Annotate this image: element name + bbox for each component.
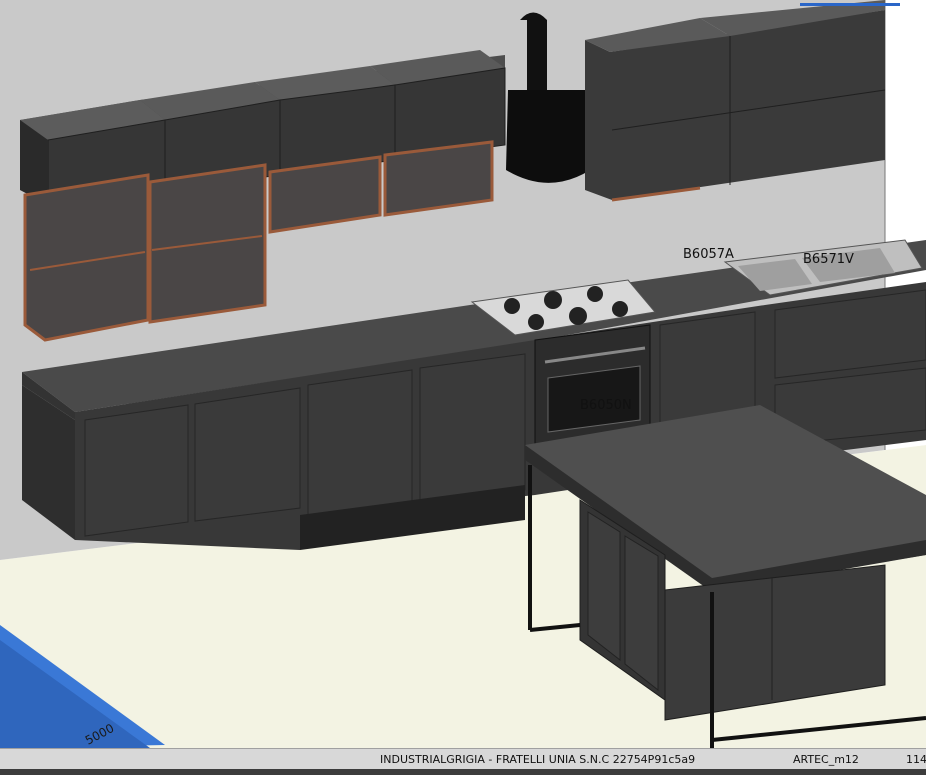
kitchen-3d-scene[interactable]: 5000 B6057A B6571V B6050N xyxy=(0,0,926,748)
status-project: INDUSTRIALGRIGIA - FRATELLI UNIA S.N.C 2… xyxy=(380,753,696,766)
status-bar: INDUSTRIALGRIGIA - FRATELLI UNIA S.N.C 2… xyxy=(0,748,926,775)
status-extra: 114 xyxy=(906,753,926,766)
status-bottom-strip xyxy=(0,769,926,775)
status-user: ARTEC_m12 xyxy=(793,753,859,766)
3d-viewport[interactable]: 5000 B6057A B6571V B6050N xyxy=(0,0,926,748)
element-code-sink: B6571V xyxy=(803,252,854,267)
element-code-oven: B6050N xyxy=(580,398,632,413)
element-code-upper-right: B6057A xyxy=(683,247,734,262)
dimension-line xyxy=(800,3,900,6)
